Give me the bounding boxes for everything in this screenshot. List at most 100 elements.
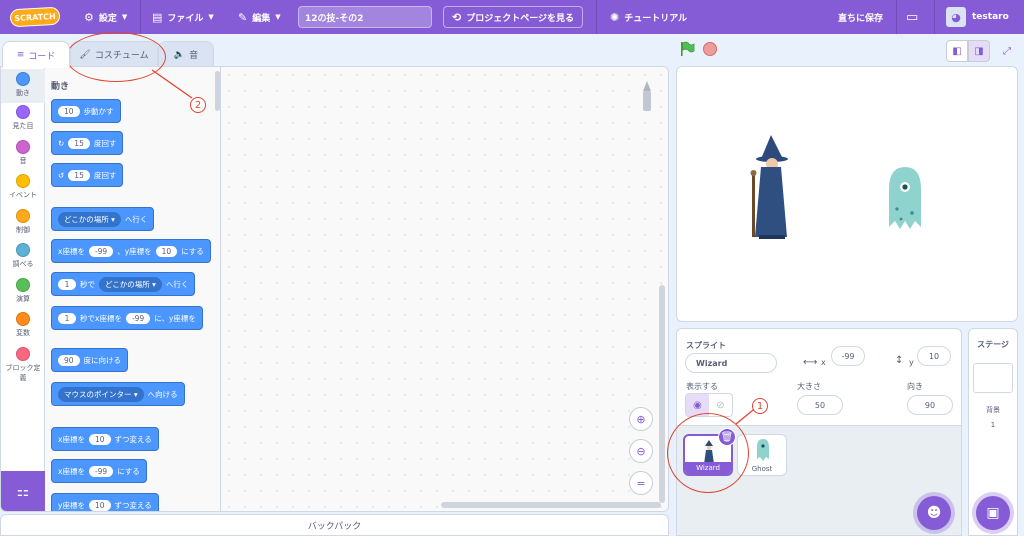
category-menu: 動き 見た目 音 イベント 制御 調べる 演算 変数 ブロック定義 ⚏ <box>1 67 45 511</box>
block-dropdown[interactable]: マウスのポインター ▾ <box>58 386 144 402</box>
small-stage-button[interactable]: ◧ <box>946 40 968 62</box>
tab-sounds[interactable]: 🔈 音 <box>158 41 214 67</box>
menu-divider <box>896 0 897 34</box>
normal-stage-button[interactable]: ◨ <box>968 40 990 62</box>
block-glide-to-xy[interactable]: 1 秒でx座標を -99 に、y座標を <box>51 306 203 330</box>
green-flag-icon[interactable] <box>679 41 695 57</box>
script-workspace[interactable] <box>221 67 668 511</box>
workspace-vertical-scrollbar[interactable] <box>659 285 665 503</box>
refresh-icon: ⟲ <box>451 10 462 24</box>
fullscreen-button[interactable]: ⤢ <box>996 40 1018 62</box>
file-menu[interactable]: ▤ ファイル ▼ <box>152 0 214 34</box>
block-input[interactable]: 1 <box>58 278 76 290</box>
ghost-sprite[interactable] <box>887 165 923 233</box>
block-input[interactable]: 1 <box>58 312 76 324</box>
menu-divider <box>596 0 597 34</box>
block-point-towards[interactable]: マウスのポインター ▾ へ向ける <box>51 382 185 406</box>
tab-code[interactable]: ≡ コード <box>2 41 70 68</box>
normal-stage-icon: ◨ <box>974 45 984 57</box>
zoom-in-icon: ⊕ <box>636 412 646 426</box>
user-name[interactable]: testaro <box>972 0 1009 34</box>
block-turn-right[interactable]: ↻ 15 度回す <box>51 131 124 155</box>
block-go-to[interactable]: どこかの場所 ▾ へ行く <box>51 207 155 231</box>
block-dropdown[interactable]: どこかの場所 ▾ <box>58 211 121 227</box>
category-operators[interactable]: 演算 <box>1 278 45 304</box>
category-motion[interactable]: 動き <box>1 69 45 103</box>
category-label: 制御 <box>16 226 30 234</box>
block-input[interactable]: 15 <box>68 137 90 149</box>
caret-down-icon: ▼ <box>208 13 214 21</box>
backpack[interactable]: バックパック <box>0 514 669 536</box>
backdrop-icon: ▣ <box>986 505 1000 521</box>
block-set-x[interactable]: x座標を -99 にする <box>51 459 147 483</box>
eye-slash-icon: ⊘ <box>716 399 725 411</box>
block-change-x[interactable]: x座標を 10 ずつ変える <box>51 427 159 451</box>
edit-menu-label: 編集 <box>252 13 271 24</box>
add-extension-button[interactable]: ⚏ <box>1 471 45 511</box>
settings-menu[interactable]: ⚙ 設定 ▼ <box>84 0 127 34</box>
save-now-button[interactable]: 直ちに保存 <box>838 0 883 34</box>
workspace-horizontal-scrollbar[interactable] <box>441 502 661 508</box>
stop-icon[interactable] <box>703 42 717 56</box>
file-menu-label: ファイル <box>167 13 204 24</box>
block-change-y[interactable]: y座標を 10 ずつ変える <box>51 493 159 511</box>
rotate-right-icon: ↻ <box>58 138 65 148</box>
zoom-out-button[interactable]: ⊖ <box>629 439 653 463</box>
block-go-to-xy[interactable]: x座標を -99 、y座標を 10 にする <box>51 239 211 263</box>
sprite-name-input[interactable]: Wizard <box>685 353 777 373</box>
wizard-sprite[interactable] <box>747 133 793 243</box>
y-arrows-icon: ↕ <box>895 355 904 366</box>
block-point-in-direction[interactable]: 90 度に向ける <box>51 348 129 372</box>
choose-sprite-button[interactable]: ☻ <box>917 496 951 530</box>
block-input-x[interactable]: -99 <box>125 312 151 324</box>
project-title-input[interactable]: 12の技-その2 <box>298 6 432 28</box>
equals-icon: = <box>636 476 646 490</box>
block-input-x[interactable]: -99 <box>88 245 114 257</box>
delete-sprite-button[interactable]: 🗑 <box>718 428 736 446</box>
stage-thumbnail[interactable] <box>973 363 1013 393</box>
category-control[interactable]: 制御 <box>1 209 45 235</box>
category-events[interactable]: イベント <box>1 174 45 200</box>
sprite-label: スプライト <box>686 341 726 350</box>
choose-backdrop-button[interactable]: ▣ <box>976 496 1010 530</box>
block-input[interactable]: -99 <box>88 465 114 477</box>
category-sound[interactable]: 音 <box>1 140 45 166</box>
direction-input[interactable]: 90 <box>907 395 953 415</box>
project-page-button[interactable]: ⟲ プロジェクトページを見る <box>443 6 583 28</box>
category-label: ブロック定義 <box>5 364 41 382</box>
block-input[interactable]: 10 <box>88 433 111 445</box>
category-my-blocks[interactable]: ブロック定義 <box>1 347 45 383</box>
category-looks[interactable]: 見た目 <box>1 105 45 131</box>
tutorial-menu[interactable]: ✺ チュートリアル <box>610 0 687 34</box>
block-input[interactable]: 10 <box>88 499 111 511</box>
size-input[interactable]: 50 <box>797 395 843 415</box>
dropdown-label: どこかの場所 <box>64 214 109 224</box>
y-input[interactable]: 10 <box>917 346 951 366</box>
pencil-icon: ✎ <box>238 10 248 24</box>
category-dot <box>16 209 30 223</box>
stage[interactable] <box>676 66 1018 322</box>
block-text: x座標を <box>58 466 85 476</box>
block-dropdown[interactable]: どこかの場所 ▾ <box>99 276 162 292</box>
avatar[interactable]: ◕ <box>946 7 966 27</box>
category-variables[interactable]: 変数 <box>1 312 45 338</box>
annotation-number-1: 1 <box>752 398 768 414</box>
zoom-reset-button[interactable]: = <box>629 471 653 495</box>
category-dot <box>16 243 30 257</box>
file-icon: ▤ <box>152 10 163 24</box>
block-input[interactable]: 15 <box>68 169 90 181</box>
x-input[interactable]: -99 <box>831 346 865 366</box>
block-move-steps[interactable]: 10 歩動かす <box>51 99 121 123</box>
block-input-y[interactable]: 10 <box>155 245 178 257</box>
palette-scrollbar[interactable] <box>215 71 220 111</box>
scratch-logo[interactable]: SCRATCH <box>9 6 61 28</box>
block-input[interactable]: 10 <box>58 105 80 117</box>
category-sensing[interactable]: 調べる <box>1 243 45 269</box>
block-input[interactable]: 90 <box>58 354 80 366</box>
my-stuff-button[interactable]: ▭ <box>906 0 918 34</box>
zoom-in-button[interactable]: ⊕ <box>629 407 653 431</box>
tutorial-label: チュートリアル <box>624 13 688 24</box>
edit-menu[interactable]: ✎ 編集 ▼ <box>238 0 281 34</box>
block-turn-left[interactable]: ↺ 15 度回す <box>51 163 124 187</box>
block-glide-to[interactable]: 1 秒で どこかの場所 ▾ へ行く <box>51 272 196 296</box>
